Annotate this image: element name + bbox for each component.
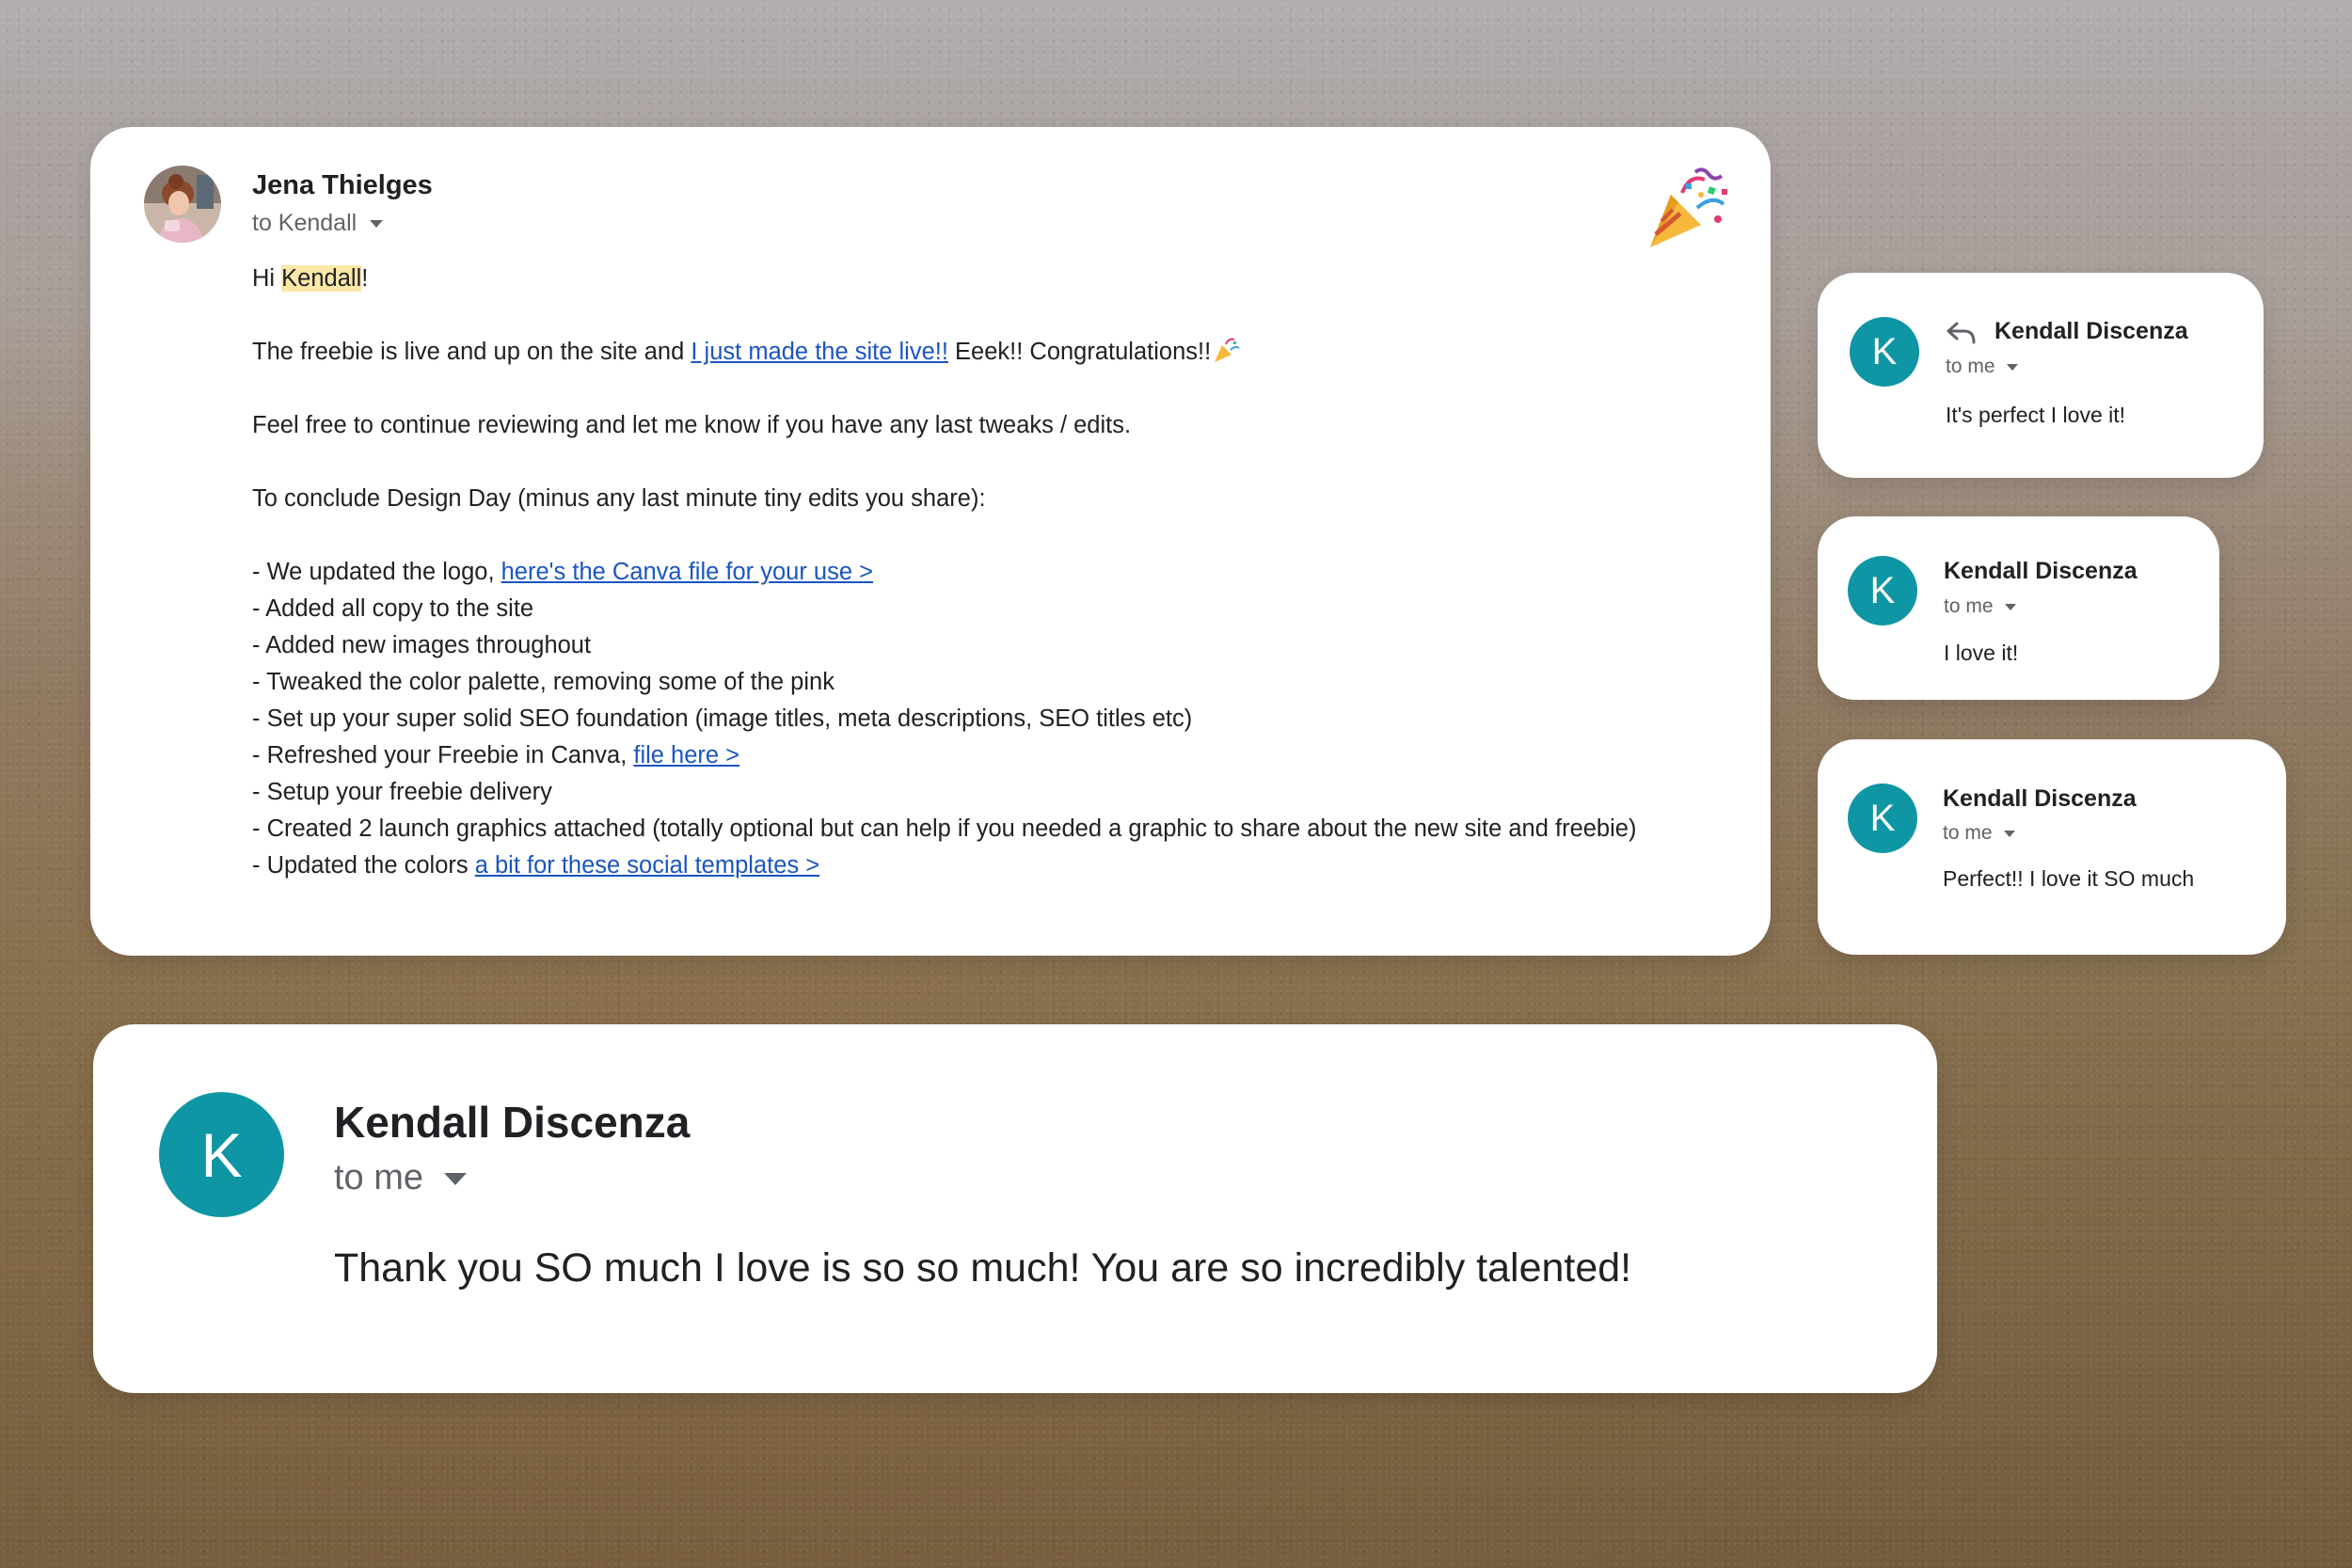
reply-sender-name: Kendall Discenza <box>1943 785 2137 812</box>
list-item: - Added new images throughout <box>252 632 592 658</box>
party-popper-icon <box>1650 167 1727 247</box>
reply-sender-name: Kendall Discenza <box>1994 318 2188 344</box>
list-item: - Updated the colors a bit for these soc… <box>252 852 820 879</box>
recipient-dropdown[interactable]: to me <box>1944 595 2016 618</box>
highlighted-name: Kendall <box>281 265 362 292</box>
main-email-card: Jena Thielges to Kendall Hi Kendall! The… <box>90 127 1771 956</box>
avatar: K <box>1848 556 1917 626</box>
chevron-down-icon <box>2004 603 2016 610</box>
reply-arrow-icon <box>1947 322 1976 344</box>
party-popper-icon <box>1215 338 1240 362</box>
greeting: Hi Kendall! <box>252 265 369 292</box>
reply-message: I love it! <box>1944 641 2019 665</box>
list-item: - Added all copy to the site <box>252 595 534 622</box>
reply-message: It's perfect I love it! <box>1946 403 2126 427</box>
reply-sender-name: Kendall Discenza <box>1944 558 2137 584</box>
recipient-dropdown[interactable]: to me <box>1943 822 2015 845</box>
reply-card[interactable]: K Kendall Discenza to me Perfect!! I lov… <box>1818 739 2286 955</box>
reply-card[interactable]: K Kendall Discenza to me I love it! <box>1818 516 2219 700</box>
list-item: - Created 2 launch graphics attached (to… <box>252 816 1637 842</box>
reply-message: Perfect!! I love it SO much <box>1943 866 2195 891</box>
list-item: - Set up your super solid SEO foundation… <box>252 705 1193 732</box>
sender-avatar[interactable] <box>144 166 221 243</box>
reply-sender-name: Kendall Discenza <box>334 1098 691 1147</box>
freebie-file-link[interactable]: file here > <box>633 742 739 768</box>
list-item: - Refreshed your Freebie in Canva, file … <box>252 742 740 768</box>
body-line-2: Feel free to continue reviewing and let … <box>252 412 1132 438</box>
email-body: Hi Kendall! The freebie is live and up o… <box>252 261 1739 884</box>
social-templates-link[interactable]: a bit for these social templates > <box>475 852 819 879</box>
body-line-3: To conclude Design Day (minus any last m… <box>252 485 986 512</box>
reply-card[interactable]: K Kendall Discenza to me It's perfect I … <box>1818 273 2264 478</box>
recipient-label: to Kendall <box>252 210 358 236</box>
canva-logo-link[interactable]: here's the Canva file for your use > <box>501 559 873 585</box>
chevron-down-icon <box>2003 830 2015 837</box>
list-item: - Tweaked the color palette, removing so… <box>252 669 834 695</box>
body-line-1: The freebie is live and up on the site a… <box>252 334 1739 371</box>
chevron-down-icon <box>2006 363 2018 371</box>
featured-reply-card[interactable]: K Kendall Discenza to me Thank you SO mu… <box>93 1024 1937 1393</box>
chevron-down-icon <box>370 220 384 229</box>
site-live-link[interactable]: I just made the site live!! <box>691 339 948 365</box>
reply-message: Thank you SO much I love is so so much! … <box>334 1245 1632 1291</box>
recipient-dropdown[interactable]: to me <box>334 1158 468 1198</box>
recipient-dropdown[interactable]: to me <box>1946 356 2018 378</box>
list-item: - We updated the logo, here's the Canva … <box>252 559 873 585</box>
chevron-down-icon <box>444 1173 468 1186</box>
avatar: K <box>1850 317 1919 387</box>
sender-name: Jena Thielges <box>252 170 433 200</box>
recipient-dropdown[interactable]: to Kendall <box>252 210 384 237</box>
avatar: K <box>1848 784 1917 853</box>
avatar: K <box>159 1092 284 1217</box>
list-item: - Setup your freebie delivery <box>252 779 552 805</box>
